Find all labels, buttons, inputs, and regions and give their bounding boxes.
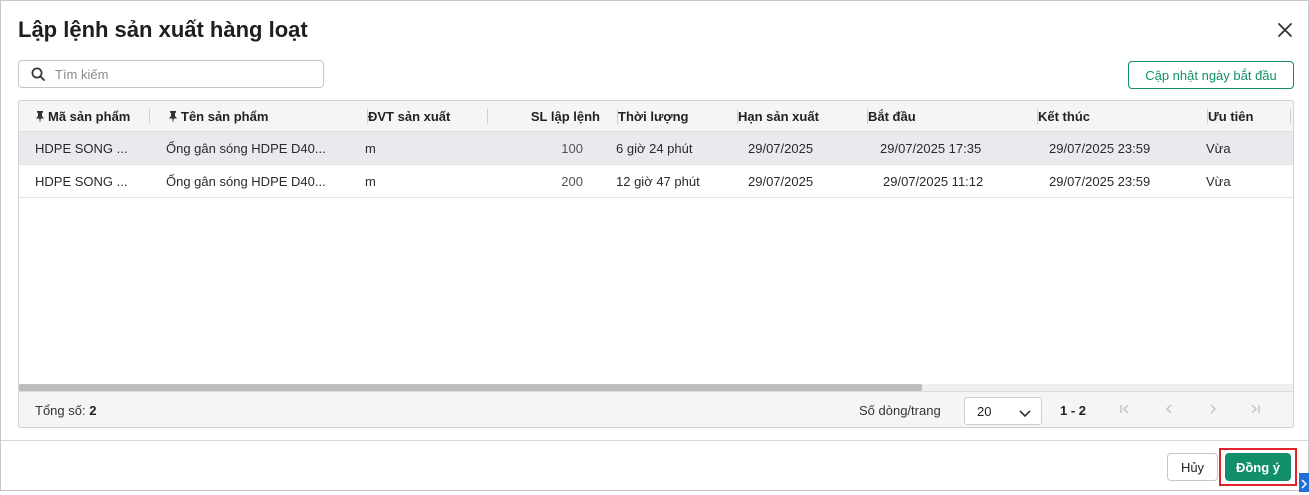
chevron-right-icon[interactable]: [1299, 473, 1309, 492]
column-header-end[interactable]: Kết thúc: [1038, 101, 1208, 132]
table-row[interactable]: HDPE SONG ... Ống gân sóng HDPE D40... m…: [19, 132, 1293, 165]
grid-footer: Tổng số: 2 Số dòng/trang 20 1 - 2: [19, 391, 1293, 427]
scrollbar-thumb[interactable]: [19, 384, 922, 391]
column-header-duration[interactable]: Thời lượng: [618, 101, 738, 132]
last-page-icon[interactable]: [1248, 402, 1262, 416]
pin-icon[interactable]: [168, 103, 178, 132]
cell-quantity: 100: [561, 141, 583, 156]
chevron-down-icon: [1019, 406, 1031, 421]
column-header-start[interactable]: Bắt đầu: [868, 101, 1038, 132]
column-header-product-code[interactable]: Mã sản phẩm: [35, 101, 150, 132]
cell-product-name: Ống gân sóng HDPE D40...: [166, 141, 326, 156]
cell-priority: Vừa: [1206, 141, 1231, 156]
cell-start: 29/07/2025 11:12: [883, 174, 984, 189]
column-header-deadline[interactable]: Hạn sản xuất: [738, 101, 868, 132]
cell-start: 29/07/2025 17:35: [880, 141, 982, 156]
cell-unit: m: [365, 141, 376, 156]
cell-duration: 6 giờ 24 phút: [616, 141, 693, 156]
column-header-priority[interactable]: Ưu tiên: [1208, 101, 1291, 132]
cell-priority: Vừa: [1206, 174, 1231, 189]
cell-deadline: 29/07/2025: [748, 141, 814, 156]
cell-unit: m: [365, 174, 376, 189]
column-header-product-name[interactable]: Tên sản phẩm: [168, 101, 368, 132]
dialog-title: Lập lệnh sản xuất hàng loạt: [18, 17, 308, 42]
rows-per-page-label: Số dòng/trang: [859, 403, 941, 418]
cell-deadline: 29/07/2025: [748, 174, 814, 189]
cell-product-code: HDPE SONG ...: [35, 141, 128, 156]
cell-product-code: HDPE SONG ...: [35, 174, 128, 189]
cell-end: 29/07/2025 23:59: [1049, 174, 1151, 189]
data-grid: Mã sản phẩm Tên sản phẩm ĐVT sản xuất SL…: [18, 100, 1294, 428]
prev-page-icon[interactable]: [1162, 402, 1176, 416]
search-box[interactable]: [18, 60, 324, 88]
search-icon: [31, 67, 45, 84]
cell-duration: 12 giờ 47 phút: [616, 174, 700, 189]
search-input[interactable]: [55, 65, 315, 83]
rows-per-page-select[interactable]: 20: [964, 397, 1042, 425]
table-row[interactable]: HDPE SONG ... Ống gân sóng HDPE D40... m…: [19, 165, 1293, 198]
total-count: Tổng số: 2: [35, 403, 97, 418]
cell-product-name: Ống gân sóng HDPE D40...: [166, 174, 326, 189]
update-start-date-button[interactable]: Cập nhật ngày bắt đầu: [1128, 61, 1294, 89]
column-header-quantity[interactable]: SL lập lệnh: [488, 101, 618, 132]
dialog: Lập lệnh sản xuất hàng loạt Cập nhật ngà…: [0, 0, 1309, 492]
next-page-icon[interactable]: [1206, 402, 1220, 416]
footer-divider: [1, 440, 1308, 441]
close-icon[interactable]: [1275, 20, 1295, 40]
cancel-button[interactable]: Hủy: [1167, 453, 1218, 481]
first-page-icon[interactable]: [1118, 402, 1132, 416]
pin-icon[interactable]: [35, 103, 45, 132]
confirm-button[interactable]: Đồng ý: [1225, 453, 1291, 481]
table-header: Mã sản phẩm Tên sản phẩm ĐVT sản xuất SL…: [19, 101, 1293, 132]
horizontal-scrollbar[interactable]: [19, 384, 1293, 391]
page-range: 1 - 2: [1060, 403, 1087, 418]
column-header-unit[interactable]: ĐVT sản xuất: [368, 101, 488, 132]
cell-quantity: 200: [561, 174, 583, 189]
cell-end: 29/07/2025 23:59: [1049, 141, 1151, 156]
